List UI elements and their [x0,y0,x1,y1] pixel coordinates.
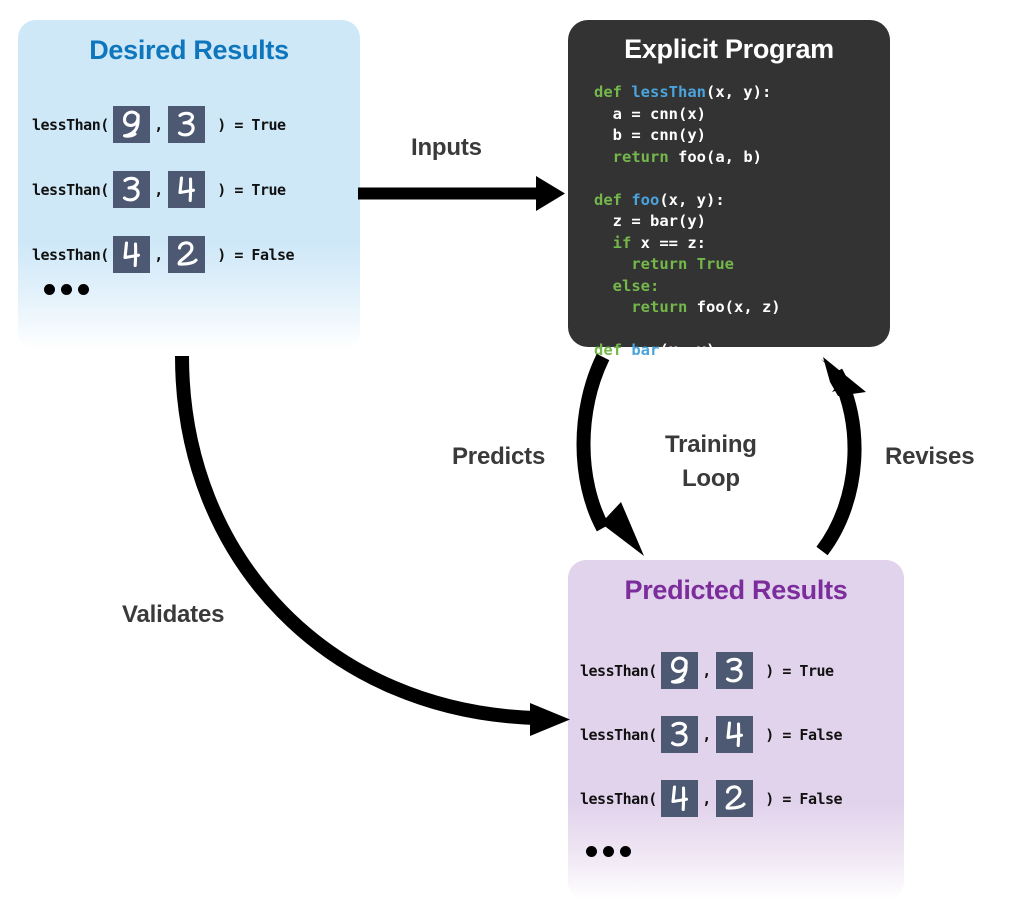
code-token-fn: lessThan [631,83,706,101]
digit-tile-3 [167,106,205,143]
digit-tile-4 [715,716,753,753]
example-row: lessThan(, ) = False [32,236,295,273]
program-code-block: def lessThan(x, y): a = cnn(x) b = cnn(y… [594,82,781,362]
ellipsis-dot [620,846,631,857]
explicit-program-title: Explicit Program [624,34,834,64]
predicted-results-panel: Predicted Results lessThan(, ) = True les… [568,560,904,900]
digit-tile-2 [167,236,205,273]
ellipsis-dot [44,284,55,295]
code-token-pl: x == z: [640,233,706,252]
code-token-pl: (x, y): [705,83,772,101]
code-line: def lessThan(x, y): [594,82,781,104]
result-expression: ) = False [756,725,843,744]
result-expression: ) = True [756,661,834,680]
desired-results-ellipsis [44,284,89,295]
call-prefix: lessThan( [32,245,109,264]
training-loop-label: Training Loop [665,431,757,492]
code-line: return foo(x, z) [594,297,781,319]
argument-separator: , [154,245,164,264]
explicit-program-panel: Explicit Program def lessThan(x, y): a =… [568,20,890,359]
predicted-results-title: Predicted Results [624,575,848,605]
predicts-arrow-label: Predicts [452,443,546,470]
argument-separator: , [154,180,164,199]
code-line: def bar(x, y): [594,340,781,362]
call-prefix: lessThan( [32,115,109,134]
digit-tile-2 [715,780,753,817]
code-line: b = cnn(y) [594,125,781,147]
call-prefix: lessThan( [580,789,657,808]
code-token-pl: z = bar(y) [594,212,706,230]
call-prefix: lessThan( [580,725,657,744]
example-row: lessThan(, ) = True [32,106,286,143]
code-token-pl: b = cnn(y) [594,126,706,144]
argument-separator: , [702,789,712,808]
ellipsis-dot [603,846,614,857]
call-prefix: lessThan( [580,661,657,680]
inputs-arrow-label: Inputs [411,134,482,161]
code-line: z = bar(y) [594,211,781,233]
predicted-results-ellipsis [586,846,631,857]
result-expression: ) = True [208,115,286,134]
call-prefix: lessThan( [32,180,109,199]
ellipsis-dot [78,284,89,295]
code-token-pl: (x, y): [659,341,725,359]
code-token-kw: return [612,147,678,166]
digit-tile-9 [660,652,698,689]
diagram-canvas: Desired Results lessThan(, ) = True lessT… [0,0,1024,900]
digit-tile-4 [660,780,698,817]
code-line: return foo(a, b) [594,147,781,169]
code-token-pl: a = cnn(x) [594,104,706,123]
code-token-pl: (x, y): [659,190,725,209]
code-line: return True [594,254,781,276]
code-token-kw: else: [612,276,660,295]
code-line: else: [594,276,781,298]
revises-arrow-label: Revises [885,443,975,470]
validates-arrow-label: Validates [122,601,225,628]
inputs-arrow [358,176,565,211]
code-token-pl: foo(x, z) [696,298,781,316]
argument-separator: , [702,661,712,680]
code-token-kw: def [594,190,632,209]
code-token-kw: if [612,233,641,252]
code-token-kw: def [594,341,632,359]
validates-arrow [175,355,570,736]
example-row: lessThan(, ) = False [580,780,843,817]
code-line: if x == z: [594,233,781,255]
code-token-fn: bar [631,341,660,359]
code-line: a = cnn(x) [594,104,781,126]
digit-tile-3 [660,716,698,753]
example-row: lessThan(, ) = False [580,716,843,753]
digit-tile-4 [112,236,150,273]
code-token-fn: foo [631,190,660,209]
argument-separator: , [154,115,164,134]
digit-tile-4 [167,171,205,208]
code-token-pl: foo(a, b) [678,147,762,166]
code-token-kw: def [594,83,632,101]
result-expression: ) = True [208,180,286,199]
ellipsis-dot [586,846,597,857]
digit-tile-3 [715,652,753,689]
revises-arrow [816,357,866,556]
example-row: lessThan(, ) = True [580,652,834,689]
example-row: lessThan(, ) = True [32,171,286,208]
argument-separator: , [702,725,712,744]
desired-results-panel: Desired Results lessThan(, ) = True lessT… [18,20,360,350]
code-line: def foo(x, y): [594,190,781,212]
code-token-kw: return True [631,255,734,273]
predicts-arrow [576,353,644,556]
digit-tile-3 [112,171,150,208]
code-token-kw: return [631,298,697,316]
digit-tile-9 [112,106,150,143]
desired-results-title: Desired Results [89,35,289,65]
ellipsis-dot [61,284,72,295]
result-expression: ) = False [208,245,295,264]
result-expression: ) = False [756,789,843,808]
